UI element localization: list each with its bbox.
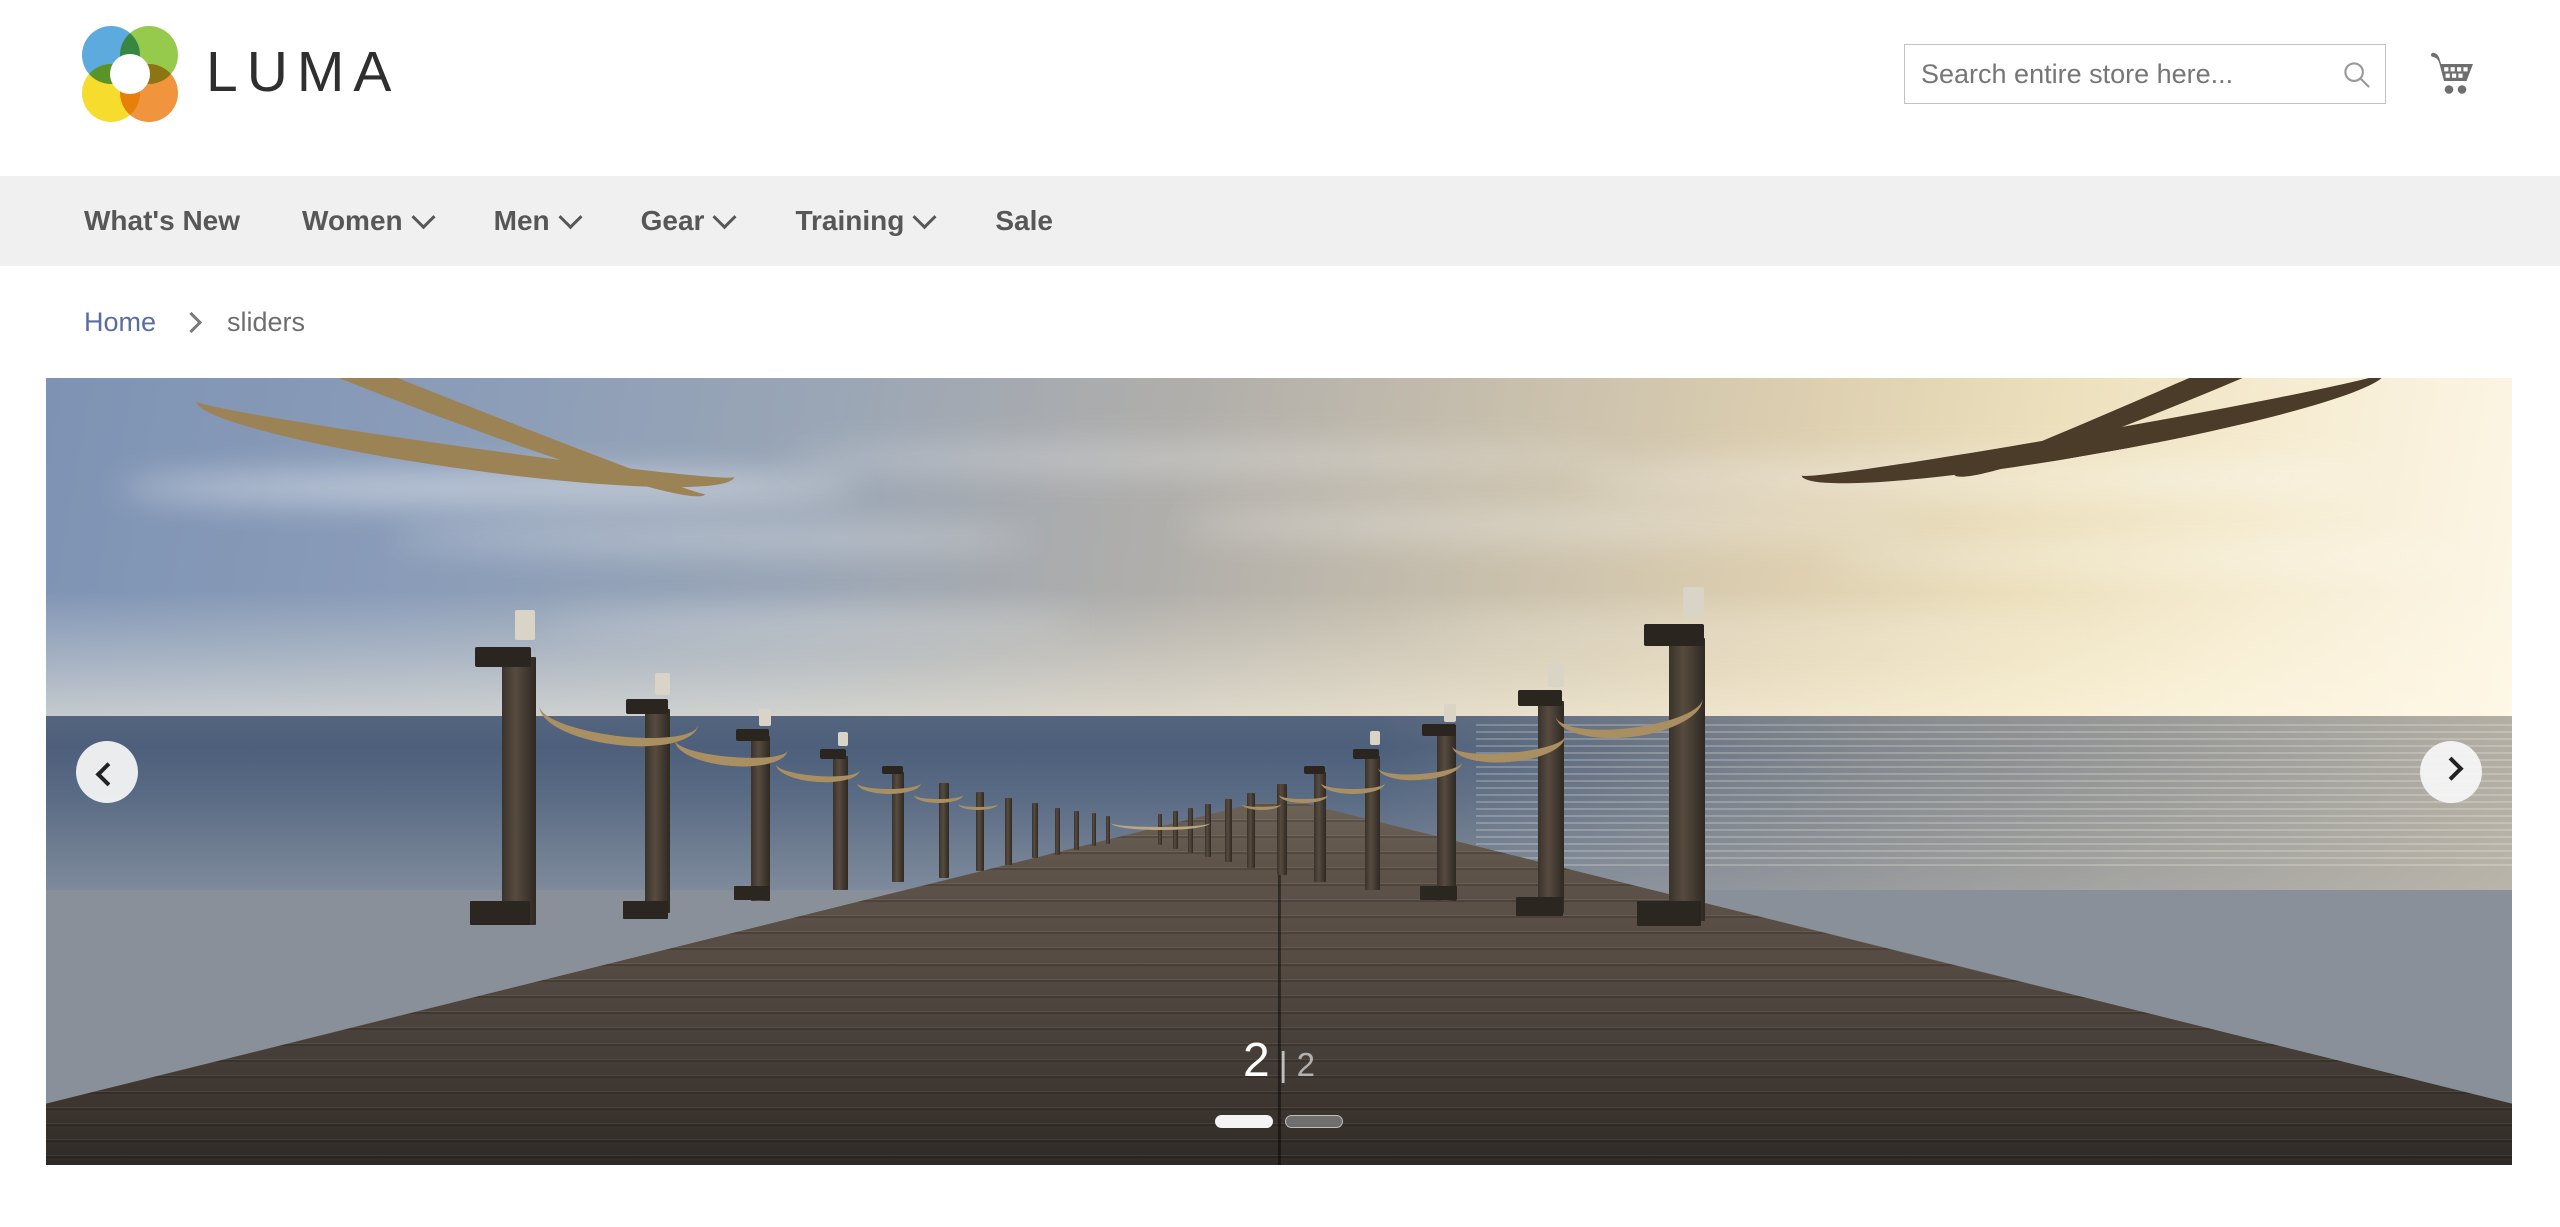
breadcrumb-home-link[interactable]: Home <box>84 307 156 338</box>
search-box[interactable] <box>1904 44 2386 104</box>
rope-swag <box>857 772 922 794</box>
chevron-down-icon <box>411 204 436 229</box>
pier-post <box>1032 802 1039 859</box>
nav-item-label: Gear <box>640 205 705 236</box>
slide-counter-current: 2 <box>1243 1034 1270 1087</box>
pier-post-base <box>1515 897 1563 917</box>
pier-post-base <box>1419 885 1457 900</box>
logo-center-hole <box>110 54 150 94</box>
pier-post-cap <box>1643 624 1704 647</box>
chevron-left-icon <box>94 762 120 787</box>
pier-post-base <box>734 885 770 900</box>
pier-post-cap <box>1422 724 1457 737</box>
pier-post-cap <box>1518 690 1563 707</box>
pier-post <box>1005 798 1013 866</box>
pier-post <box>1106 815 1111 844</box>
slide-counter: 2 | 2 <box>1243 1037 1315 1085</box>
hero-slider[interactable]: 2 | 2 <box>46 378 2512 1165</box>
nav-item-label: Men <box>493 205 550 236</box>
nav-item-sale[interactable]: Sale <box>995 205 1053 237</box>
breadcrumb-current: sliders <box>227 306 306 337</box>
rope-swag-far <box>1111 816 1210 830</box>
shopping-cart-icon[interactable] <box>2426 48 2480 100</box>
pagination-dot-2[interactable] <box>1285 1115 1343 1128</box>
slider-pagination <box>1215 1115 1343 1128</box>
luma-flower-logo-icon <box>82 26 178 122</box>
pier-lamp <box>758 708 771 726</box>
pier-post <box>1091 813 1096 847</box>
pier-post-base <box>1636 901 1701 927</box>
pier-lamp <box>1683 586 1705 618</box>
pier-post <box>1054 807 1060 855</box>
nav-item-label: Training <box>795 205 905 236</box>
nav-item-whats-new[interactable]: What's New <box>84 205 240 237</box>
chevron-down-icon <box>558 204 583 229</box>
nav-item-label: Women <box>302 205 403 236</box>
chevron-right-icon <box>2438 756 2464 781</box>
pier-lamp <box>1444 703 1457 722</box>
pier-lamp <box>1547 663 1564 687</box>
nav-item-men[interactable]: Men <box>493 204 583 237</box>
pier-post <box>1224 799 1232 862</box>
pier-post-cap <box>1352 749 1379 760</box>
slider-next-button[interactable] <box>2420 740 2482 803</box>
pier-post <box>1205 803 1212 858</box>
ocean-shimmer <box>1476 724 2512 866</box>
pier-post <box>1074 810 1080 851</box>
nav-item-label: Sale <box>995 205 1053 236</box>
site-header: LUMA <box>0 0 2560 176</box>
chevron-down-icon <box>912 204 937 229</box>
rope-swag <box>1320 772 1386 794</box>
nav-item-training[interactable]: Training <box>795 204 937 237</box>
nav-item-label: What's New <box>84 205 241 236</box>
nav-item-women[interactable]: Women <box>302 204 436 237</box>
pier-post-base <box>470 901 531 926</box>
pier-post-cap <box>1303 765 1325 774</box>
main-navigation: What's New Women Men Gear Training Sale <box>0 176 2560 266</box>
nav-item-gear[interactable]: Gear <box>640 204 737 237</box>
pier-lamp <box>1370 730 1381 745</box>
slide-counter-separator: | <box>1278 1046 1288 1084</box>
breadcrumb: Home sliders <box>0 266 2560 378</box>
chevron-down-icon <box>712 204 737 229</box>
search-input[interactable] <box>1905 45 2385 103</box>
pagination-dot-1[interactable] <box>1215 1115 1273 1128</box>
logo[interactable]: LUMA <box>82 26 400 122</box>
slider-prev-button[interactable] <box>76 740 138 803</box>
logo-wordmark: LUMA <box>206 39 401 104</box>
pier-lamp <box>514 610 535 641</box>
pier-post-base <box>623 901 669 920</box>
pier-post-cap <box>475 647 532 668</box>
search-icon[interactable] <box>2341 59 2371 89</box>
chevron-right-icon <box>180 311 203 333</box>
pier-lamp <box>837 732 848 747</box>
pier-post <box>1187 807 1193 854</box>
header-actions <box>1904 44 2480 104</box>
slide-counter-total: 2 <box>1296 1046 1315 1083</box>
pier-post <box>502 657 537 925</box>
